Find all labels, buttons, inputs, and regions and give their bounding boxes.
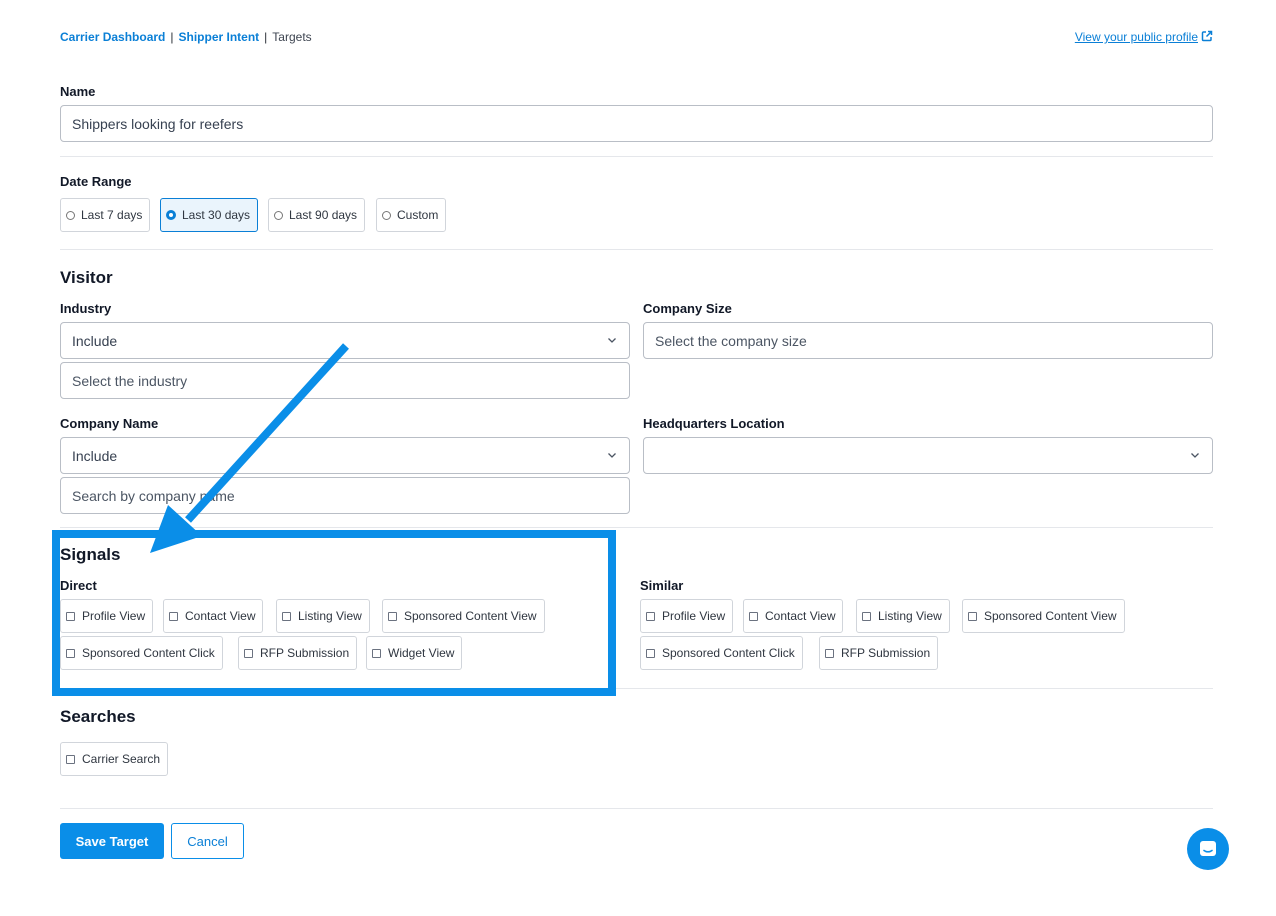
radio-selected-icon [166, 210, 176, 220]
company-size-label: Company Size [643, 301, 732, 316]
hq-location-label: Headquarters Location [643, 416, 785, 431]
date-range-last-30-days[interactable]: Last 30 days [160, 198, 259, 232]
chevron-down-icon [1191, 453, 1199, 458]
chat-icon [1200, 841, 1216, 856]
radio-icon [66, 210, 75, 220]
company-name-input[interactable]: Search by company name [60, 477, 630, 514]
name-label: Name [60, 84, 96, 99]
industry-input[interactable]: Select the industry [60, 362, 630, 399]
external-link-icon [1201, 30, 1213, 42]
similar-contact-view-checkbox[interactable]: Contact View [743, 599, 844, 633]
radio-icon [274, 210, 283, 220]
option-label: Last 7 days [81, 208, 143, 222]
checkbox-icon [862, 611, 871, 621]
industry-label: Industry [60, 301, 112, 316]
breadcrumb-shipper-intent[interactable]: Shipper Intent [179, 30, 260, 44]
divider [60, 156, 1213, 157]
option-label: Listing View [878, 609, 942, 623]
signals-highlight-box [52, 530, 616, 696]
save-target-button[interactable]: Save Target [60, 823, 164, 859]
checkbox-icon [646, 611, 655, 621]
name-input[interactable]: Shippers looking for reefers [60, 105, 1213, 142]
option-label: Last 30 days [182, 208, 251, 222]
similar-sponsored-content-click-checkbox[interactable]: Sponsored Content Click [640, 636, 803, 670]
breadcrumb-current: Targets [272, 30, 312, 44]
breadcrumb: Carrier Dashboard | Shipper Intent | Targets [60, 30, 312, 44]
chevron-down-icon [608, 453, 616, 458]
similar-profile-view-checkbox[interactable]: Profile View [640, 599, 734, 633]
carrier-search-checkbox[interactable]: Carrier Search [60, 742, 169, 776]
option-label: Custom [397, 208, 439, 222]
company-size-input[interactable]: Select the company size [643, 322, 1213, 359]
cancel-button[interactable]: Cancel [171, 823, 244, 859]
date-range-label: Date Range [60, 174, 132, 189]
select-value: Include [72, 332, 118, 349]
company-name-mode-select[interactable]: Include [60, 437, 630, 474]
option-label: Carrier Search [82, 752, 161, 766]
date-range-last-90-days[interactable]: Last 90 days [268, 198, 366, 232]
checkbox-icon [825, 648, 834, 658]
option-label: Sponsored Content Click [662, 646, 795, 660]
visitor-heading: Visitor [60, 268, 113, 287]
public-profile-label: View your public profile [1074, 30, 1198, 44]
breadcrumb-separator: | [264, 30, 268, 44]
date-range-last-7-days[interactable]: Last 7 days [60, 198, 151, 232]
target-form-page: Carrier Dashboard | Shipper Intent | Targets… [60, 0, 1213, 916]
breadcrumb-separator: | [170, 30, 174, 44]
option-label: Sponsored Content View [984, 609, 1117, 623]
divider [60, 527, 1213, 528]
breadcrumb-carrier-dashboard[interactable]: Carrier Dashboard [60, 30, 165, 44]
option-label: RFP Submission [841, 646, 931, 660]
checkbox-icon [646, 648, 655, 658]
view-public-profile-link[interactable]: View your public profile [1075, 30, 1213, 44]
option-label: Profile View [662, 609, 726, 623]
searches-heading: Searches [60, 707, 136, 726]
chevron-down-icon [608, 338, 616, 343]
option-label: Last 90 days [289, 208, 358, 222]
checkbox-icon [749, 611, 758, 621]
company-name-label: Company Name [60, 416, 159, 431]
radio-icon [382, 210, 391, 220]
divider [60, 249, 1213, 250]
hq-location-select[interactable] [643, 437, 1213, 474]
similar-rfp-submission-checkbox[interactable]: RFP Submission [819, 636, 939, 670]
divider [60, 808, 1213, 809]
checkbox-icon [968, 611, 977, 621]
similar-sponsored-content-view-checkbox[interactable]: Sponsored Content View [962, 599, 1125, 633]
chat-launcher-button[interactable] [1187, 828, 1229, 870]
similar-listing-view-checkbox[interactable]: Listing View [856, 599, 950, 633]
industry-mode-select[interactable]: Include [60, 322, 630, 359]
date-range-custom[interactable]: Custom [376, 198, 447, 232]
select-value: Include [72, 447, 118, 464]
checkbox-icon [66, 754, 75, 764]
signals-similar-label: Similar [640, 578, 684, 593]
option-label: Contact View [765, 609, 836, 623]
